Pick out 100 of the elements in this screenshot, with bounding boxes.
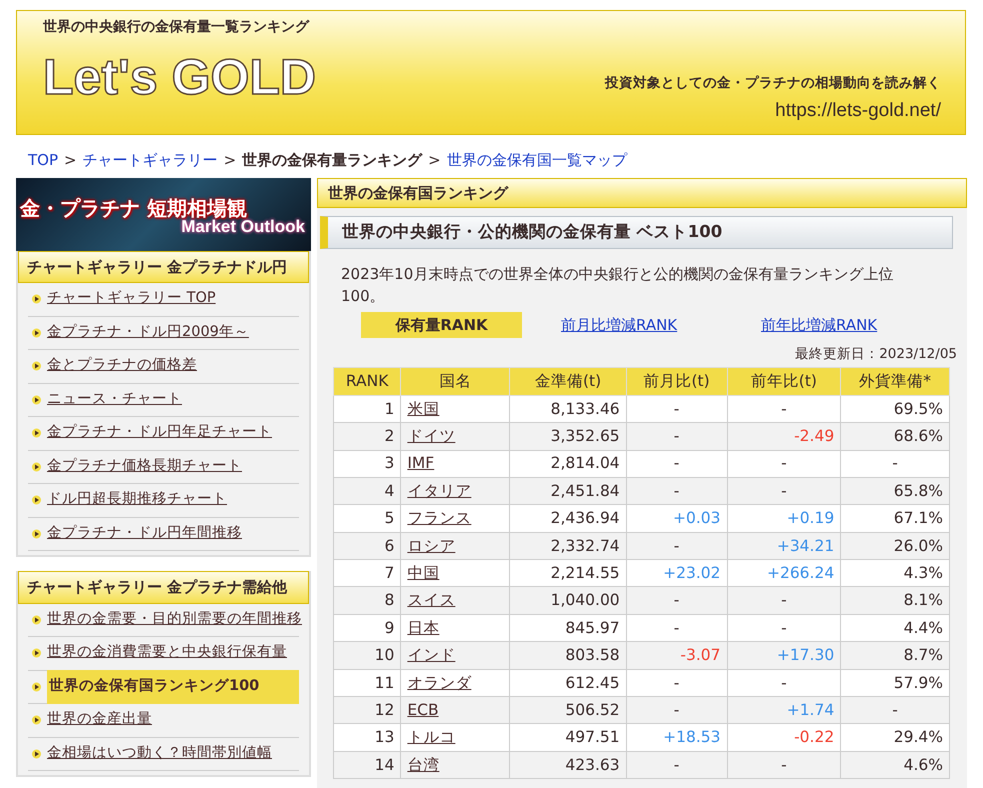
column-header: 前年比(t) [727, 367, 841, 396]
bullet-icon [32, 328, 41, 338]
content-heading: 世界の中央銀行・公的機関の金保有量 ベスト100 [320, 216, 953, 249]
change-cell: - [626, 395, 728, 423]
country-link[interactable]: 日本 [407, 618, 440, 637]
tagline: 世界の中央銀行の金保有量一覧ランキング [43, 18, 310, 37]
rank-cell: 6 [334, 532, 401, 560]
change-cell: - [626, 751, 728, 779]
rank-cell: 3 [334, 450, 401, 478]
breadcrumb-separator: > [64, 150, 77, 171]
column-header: RANK [334, 367, 401, 396]
description-text: 2023年10月末時点での世界全体の中央銀行と公的機関の金保有量ランキング上位100。 [340, 264, 894, 308]
change-cell: -0.22 [727, 724, 841, 752]
rank-cell: 4 [334, 477, 401, 505]
change-cell: - [727, 450, 841, 478]
change-cell: +18.53 [626, 724, 728, 752]
table-cell: 3,352.65 [510, 422, 626, 450]
bullet-icon [32, 428, 41, 438]
bullet-icon [32, 495, 41, 506]
breadcrumb-link[interactable]: 世界の金保有国一覧マップ [446, 149, 627, 172]
breadcrumb-current: 世界の金保有量ランキング [242, 150, 422, 171]
column-header: 外貨準備* [840, 367, 950, 396]
column-header: 国名 [400, 367, 510, 396]
bullet-icon [32, 361, 41, 372]
bullet-icon [32, 394, 41, 405]
bullet-icon [32, 648, 41, 658]
rank-cell: 8 [334, 586, 401, 614]
promo-subtitle: Market Outlook [181, 218, 305, 234]
sidebar-link[interactable]: 世界の金保有国ランキング100 [47, 670, 299, 704]
sidebar-link[interactable]: 金とプラチナの価格差 [47, 355, 197, 378]
sidebar-link[interactable]: 金プラチナ・ドル円年足チャート [47, 422, 272, 444]
country-link[interactable]: IMF [407, 454, 434, 472]
breadcrumb-link[interactable]: TOP [28, 149, 58, 172]
table-cell: 612.45 [510, 669, 626, 697]
change-cell: - [626, 614, 728, 642]
table-cell: 1,040.00 [510, 586, 626, 614]
site-subtitle: 投資対象としての金・プラチナの相場動向を読み解く [605, 74, 941, 93]
change-cell: +0.03 [626, 504, 728, 532]
table-cell: 506.52 [510, 696, 626, 724]
sidebar-link[interactable]: 金プラチナ価格長期チャート [47, 456, 242, 478]
sidebar-link[interactable]: 金プラチナ・ドル円年間推移 [47, 522, 242, 545]
change-cell: - [626, 422, 728, 450]
change-cell: +0.19 [727, 504, 841, 532]
table-cell: - [840, 450, 950, 478]
sidebar-link[interactable]: 世界の金消費需要と中央銀行保有量 [47, 642, 287, 664]
rank-cell: 10 [334, 642, 401, 670]
table-cell: 2,436.94 [510, 504, 626, 532]
sidebar-link[interactable]: ドル円超長期推移チャート [47, 489, 227, 512]
sidebar-link[interactable]: 世界の金需要・目的別需要の年間推移 [47, 608, 302, 631]
sidebar-link[interactable]: チャートギャラリー TOP [47, 288, 216, 310]
ranking-tab[interactable]: 保有量RANK [361, 312, 522, 338]
change-cell: - [626, 696, 728, 724]
bullet-icon [32, 294, 41, 304]
country-link[interactable]: ECB [407, 700, 439, 719]
column-header: 金準備(t) [510, 367, 626, 396]
table-cell: 4.3% [840, 560, 950, 587]
breadcrumb-link[interactable]: チャートギャラリー [82, 149, 218, 172]
rank-cell: 12 [334, 696, 401, 724]
bullet-icon [32, 614, 41, 625]
ranking-tab[interactable]: 前月比増減RANK [561, 312, 761, 338]
sidebar-link[interactable]: ニュース・チャート [47, 388, 182, 411]
change-cell: -3.07 [626, 642, 728, 670]
rank-cell: 11 [334, 669, 401, 697]
country-link[interactable]: 米国 [407, 400, 440, 418]
ranking-tab[interactable]: 前年比増減RANK [761, 312, 961, 338]
change-cell: +266.24 [727, 560, 841, 587]
table-cell: 8.1% [840, 586, 950, 614]
table-cell: 57.9% [840, 669, 950, 697]
change-cell: +34.21 [727, 532, 841, 560]
breadcrumb-separator: > [428, 150, 441, 171]
promo-banner[interactable]: 金・プラチナ 短期相場観 Market Outlook [16, 178, 311, 250]
bullet-icon [32, 528, 41, 539]
table-cell: 497.51 [510, 724, 626, 752]
change-cell: - [626, 669, 728, 697]
bullet-icon [32, 715, 41, 726]
table-cell: 68.6% [840, 422, 950, 450]
rank-cell: 9 [334, 614, 401, 642]
change-cell: +23.02 [626, 560, 728, 587]
site-url: https://lets-gold.net/ [774, 99, 941, 124]
rank-cell: 1 [334, 395, 401, 423]
table-cell: 65.8% [840, 477, 950, 505]
promo-title: 金・プラチナ 短期相場観 [20, 198, 248, 218]
bullet-icon [32, 682, 41, 692]
country-link[interactable]: 中国 [407, 564, 440, 582]
sidebar-link[interactable]: 世界の金産出量 [47, 709, 152, 732]
rank-cell: 14 [334, 751, 401, 779]
sidebar-heading: チャートギャラリー 金プラチナドル円 [18, 250, 309, 283]
change-cell: - [626, 586, 728, 614]
table-cell: 803.58 [510, 642, 626, 670]
change-cell: +1.74 [727, 696, 841, 724]
change-cell: - [727, 751, 841, 779]
country-link[interactable]: 台湾 [407, 756, 440, 774]
change-cell: - [626, 450, 728, 478]
sidebar-link[interactable]: 金プラチナ・ドル円2009年～ [47, 322, 249, 344]
change-cell: - [727, 395, 841, 423]
breadcrumb-separator: > [224, 150, 236, 171]
sidebar-link[interactable]: 金相場はいつ動く？時間帯別値幅 [47, 742, 272, 765]
rank-cell: 5 [334, 504, 401, 532]
change-cell: +17.30 [727, 642, 841, 670]
section-title: 世界の金保有国ランキング [317, 178, 967, 208]
